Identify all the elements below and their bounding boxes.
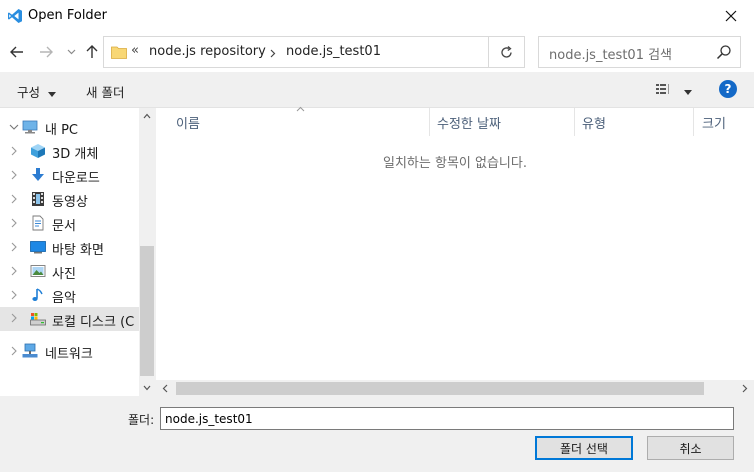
close-icon [725, 10, 737, 22]
up-button[interactable] [83, 42, 101, 62]
cube-3d-icon [31, 144, 45, 158]
expand-chevron-icon[interactable] [9, 194, 19, 204]
new-folder-button[interactable]: 새 폴더 [86, 82, 124, 101]
video-icon [32, 192, 44, 206]
tree-item-label: 로컬 디스크 (C [52, 315, 135, 330]
pictures-icon [30, 265, 46, 277]
organize-label: 구성 [17, 85, 41, 100]
forward-arrow-icon [40, 46, 53, 58]
tree-item-label: 네트워크 [45, 347, 93, 362]
music-icon [32, 288, 43, 301]
scrollbar-thumb[interactable] [140, 246, 154, 376]
window-title: Open Folder [28, 8, 108, 23]
back-arrow-icon [10, 46, 23, 58]
sort-ascending-icon [296, 106, 305, 112]
tree-item-label: 다운로드 [52, 171, 100, 186]
network-icon [22, 343, 38, 358]
tree-item-pictures[interactable]: 사진 [0, 260, 140, 282]
folder-icon [111, 46, 127, 59]
empty-folder-message: 일치하는 항목이 없습니다. [383, 156, 527, 171]
tree-item-local-disk[interactable]: 로컬 디스크 (C [0, 307, 140, 331]
tree-item-label: 바탕 화면 [52, 243, 104, 258]
tree-item-label: 내 PC [45, 123, 79, 138]
dropdown-arrow-icon [683, 90, 692, 95]
column-header-date-modified[interactable]: 수정한 날짜 [437, 108, 501, 136]
column-header-size[interactable]: 크기 [702, 108, 726, 136]
scroll-up-arrow-icon[interactable] [143, 113, 151, 119]
vscode-icon [8, 9, 22, 23]
view-options-button[interactable] [656, 83, 692, 98]
organize-menu[interactable]: 구성 [17, 82, 56, 101]
tree-item-label: 음악 [52, 291, 76, 306]
column-divider[interactable] [574, 108, 575, 136]
expand-chevron-icon[interactable] [9, 266, 19, 276]
scroll-right-arrow-icon[interactable] [742, 384, 748, 393]
expand-chevron-icon[interactable] [9, 346, 19, 356]
address-bar[interactable]: « node.js repository node.js_test01 [103, 36, 525, 68]
tree-item-downloads[interactable]: 다운로드 [0, 164, 140, 186]
document-icon [32, 215, 44, 231]
refresh-icon [501, 45, 512, 58]
navigation-bar: « node.js repository node.js_test01 node… [0, 32, 754, 72]
tree-item-documents[interactable]: 문서 [0, 212, 140, 234]
tree-item-this-pc[interactable]: 내 PC [0, 116, 140, 138]
chevron-down-icon [67, 49, 75, 55]
tree-item-label: 문서 [52, 219, 76, 234]
expand-chevron-icon[interactable] [9, 146, 19, 156]
desktop-icon [30, 241, 46, 254]
close-button[interactable] [708, 0, 754, 32]
breadcrumb-chevron-icon[interactable] [270, 49, 276, 58]
command-toolbar: 구성 새 폴더 ? [0, 72, 754, 108]
file-list: 이름 수정한 날짜 유형 크기 일치하는 항목이 없습니다. [156, 106, 754, 397]
navigation-pane-scrollbar[interactable] [139, 108, 155, 396]
search-input[interactable]: node.js_test01 검색 [549, 44, 672, 63]
help-icon[interactable]: ? [719, 80, 737, 98]
breadcrumb-node-js-repository[interactable]: node.js repository [149, 44, 266, 59]
recent-locations-button[interactable] [62, 42, 80, 62]
expand-chevron-icon[interactable] [9, 170, 19, 180]
column-header-type[interactable]: 유형 [582, 108, 606, 136]
column-header-name[interactable]: 이름 [176, 108, 200, 136]
expand-chevron-icon[interactable] [9, 242, 19, 252]
file-list-horizontal-scrollbar[interactable] [156, 380, 754, 397]
expand-down-chevron-icon[interactable] [9, 122, 19, 132]
tree-item-desktop[interactable]: 바탕 화면 [0, 236, 140, 258]
cancel-button[interactable]: 취소 [647, 436, 734, 460]
scroll-left-arrow-icon[interactable] [162, 384, 168, 393]
up-arrow-icon [86, 45, 98, 58]
navigation-pane: 내 PC 3D 개체 다운로드 동영상 문서 바탕 화면 사진 음악 로컬 디스… [0, 108, 155, 396]
expand-chevron-icon[interactable] [9, 313, 19, 323]
tree-item-label: 사진 [52, 267, 76, 282]
search-box[interactable]: node.js_test01 검색 [538, 36, 741, 68]
search-icon[interactable] [716, 44, 732, 60]
title-bar: Open Folder [0, 0, 754, 32]
refresh-button[interactable] [488, 37, 524, 67]
dialog-footer: 폴더: 폴더 선택 취소 [0, 396, 754, 472]
tree-item-network[interactable]: 네트워크 [0, 340, 140, 362]
address-overflow[interactable]: « [131, 43, 139, 58]
tree-item-3d-objects[interactable]: 3D 개체 [0, 140, 140, 162]
forward-button[interactable] [37, 42, 55, 62]
drive-icon [30, 313, 46, 326]
column-divider[interactable] [693, 108, 694, 136]
tree-item-videos[interactable]: 동영상 [0, 188, 140, 210]
folder-name-input[interactable] [160, 407, 734, 430]
expand-chevron-icon[interactable] [9, 290, 19, 300]
view-details-icon [656, 84, 669, 94]
scroll-down-arrow-icon[interactable] [143, 385, 151, 391]
scrollbar-thumb[interactable] [176, 382, 704, 395]
tree-item-label: 3D 개체 [52, 147, 99, 162]
folder-label: 폴더: [128, 413, 155, 427]
tree-item-label: 동영상 [52, 195, 88, 210]
breadcrumb-node-js-test01[interactable]: node.js_test01 [286, 44, 381, 59]
dropdown-arrow-icon [48, 92, 56, 97]
pc-icon [22, 120, 38, 134]
download-icon [32, 168, 44, 181]
select-folder-button[interactable]: 폴더 선택 [535, 436, 633, 460]
column-divider[interactable] [429, 108, 430, 136]
tree-item-music[interactable]: 음악 [0, 284, 140, 306]
back-button[interactable] [8, 42, 26, 62]
expand-chevron-icon[interactable] [9, 218, 19, 228]
